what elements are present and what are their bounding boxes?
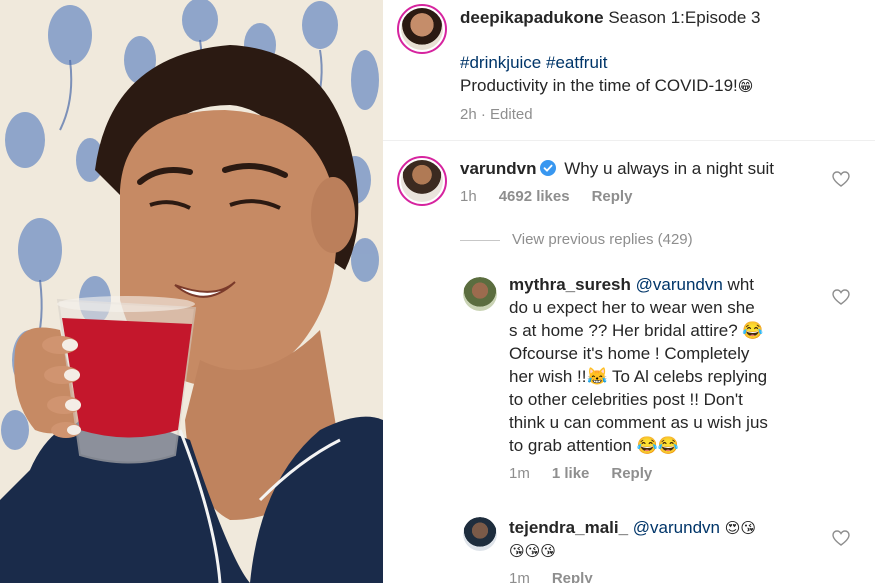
mention-link[interactable]: @varundvn <box>636 275 723 294</box>
reply-text-line: do u expect her to wear wen she <box>509 298 755 317</box>
commenter-avatar[interactable] <box>463 277 497 311</box>
comment-time: 1m <box>509 465 530 482</box>
reply-text-line: to other celebrities post !! Don't <box>509 390 743 409</box>
comment-meta: 1h 4692 likes Reply <box>460 188 632 205</box>
reply-button[interactable]: Reply <box>552 570 593 583</box>
comment-text: Why u always in a night suit <box>564 159 775 178</box>
reply-text-line: think u can comment as u wish jus <box>509 413 768 432</box>
reply-text-line: s at home ?? Her bridal attire? 😂 <box>509 321 764 340</box>
post-photo <box>0 0 383 583</box>
reply-text-line: her wish !!😹 To Al celebs replying <box>509 367 768 386</box>
comment-time: 1h <box>460 188 477 205</box>
author-username[interactable]: deepikapadukone <box>460 8 604 27</box>
separator-line <box>460 239 500 241</box>
edited-label: Edited <box>490 106 533 123</box>
commenter-avatar[interactable] <box>463 517 497 551</box>
post-meta: 2h · Edited <box>460 106 533 123</box>
comment-line: varundvn Why u always in a night suit <box>460 158 774 181</box>
comment-time: 1m <box>509 570 530 583</box>
reply-button[interactable]: Reply <box>592 188 633 205</box>
caption-body: Productivity in the time of COVID-19! <box>460 76 738 95</box>
author-avatar[interactable] <box>397 4 447 54</box>
view-previous-label[interactable]: View previous replies (429) <box>512 231 693 248</box>
commenter-avatar[interactable] <box>397 156 447 206</box>
comment-meta: 1m 1 like Reply <box>509 465 652 482</box>
reply-text-line: wht <box>722 275 755 294</box>
caption-text: Productivity in the time of COVID-19!😁 <box>460 75 753 98</box>
heart-icon[interactable] <box>832 171 850 187</box>
caption-line: deepikapadukone Season 1:Episode 3 <box>460 7 761 30</box>
heart-icon[interactable] <box>832 289 850 305</box>
kiss-emoji: 😘😘😘 <box>509 542 556 560</box>
hashtags[interactable]: #drinkjuice #eatfruit <box>460 52 607 75</box>
verified-badge-icon <box>539 160 556 176</box>
reply-text-line: Ofcourse it's home ! Completely <box>509 344 750 363</box>
post-image <box>0 0 383 583</box>
reply-text-line: to grab attention 😂😂 <box>509 436 679 455</box>
view-previous-replies[interactable]: View previous replies (429) <box>460 231 693 248</box>
comment-likes[interactable]: 4692 likes <box>499 188 570 205</box>
mention-link[interactable]: @varundvn <box>633 518 720 537</box>
heart-icon[interactable] <box>832 530 850 546</box>
reply-emoji-line: 😘😘😘 <box>509 540 556 563</box>
comment-meta: 1m Reply <box>509 570 593 583</box>
divider <box>383 140 875 141</box>
reply-button[interactable]: Reply <box>611 465 652 482</box>
post-time: 2h <box>460 106 477 123</box>
meta-dot: · <box>480 106 486 123</box>
reply-line-1: mythra_suresh @varundvn wht <box>509 274 754 297</box>
comments-panel: deepikapadukone Season 1:Episode 3 #drin… <box>383 0 875 583</box>
grin-emoji: 😁 <box>737 77 754 95</box>
caption-title: Season 1:Episode 3 <box>608 8 761 27</box>
commenter-username[interactable]: mythra_suresh <box>509 275 631 294</box>
commenter-username[interactable]: varundvn <box>460 159 537 178</box>
comment-likes[interactable]: 1 like <box>552 465 590 482</box>
heart-eyes-emoji: 😍😘 <box>724 519 757 537</box>
reply-line-1: tejendra_mali_ @varundvn 😍😘 <box>509 517 756 540</box>
commenter-username[interactable]: tejendra_mali_ <box>509 518 628 537</box>
